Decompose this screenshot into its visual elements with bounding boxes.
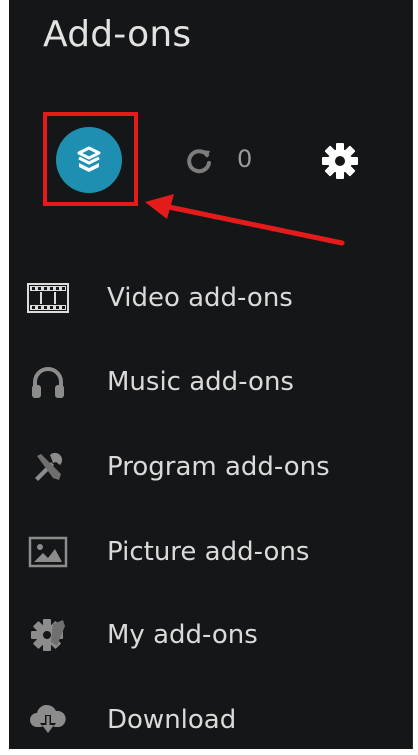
menu-item-download[interactable]: Download [9,685,413,755]
menu-item-music-addons[interactable]: Music add-ons [9,347,413,417]
menu-item-label: Music add-ons [107,367,294,397]
menu-item-picture-addons[interactable]: Picture add-ons [9,517,413,587]
menu-item-label: Picture add-ons [107,537,310,567]
gear-puzzle-icon [26,613,70,657]
menu-item-label: Video add-ons [107,283,293,313]
menu-item-label: My add-ons [107,620,258,650]
menu-item-label: Program add-ons [107,452,330,482]
cloud-download-icon [26,698,70,742]
tools-icon [26,445,70,489]
menu-item-program-addons[interactable]: Program add-ons [9,432,413,502]
menu-item-label: Download [107,705,237,735]
headphones-icon [26,360,70,404]
picture-icon [26,530,70,574]
menu-item-video-addons[interactable]: Video add-ons [9,263,413,333]
film-strip-icon [26,276,70,320]
addons-panel: Add-ons 0 Video add-ons Music add-ons Pr… [9,0,413,749]
annotation-arrow [145,194,345,246]
menu-item-my-addons[interactable]: My add-ons [9,600,413,670]
